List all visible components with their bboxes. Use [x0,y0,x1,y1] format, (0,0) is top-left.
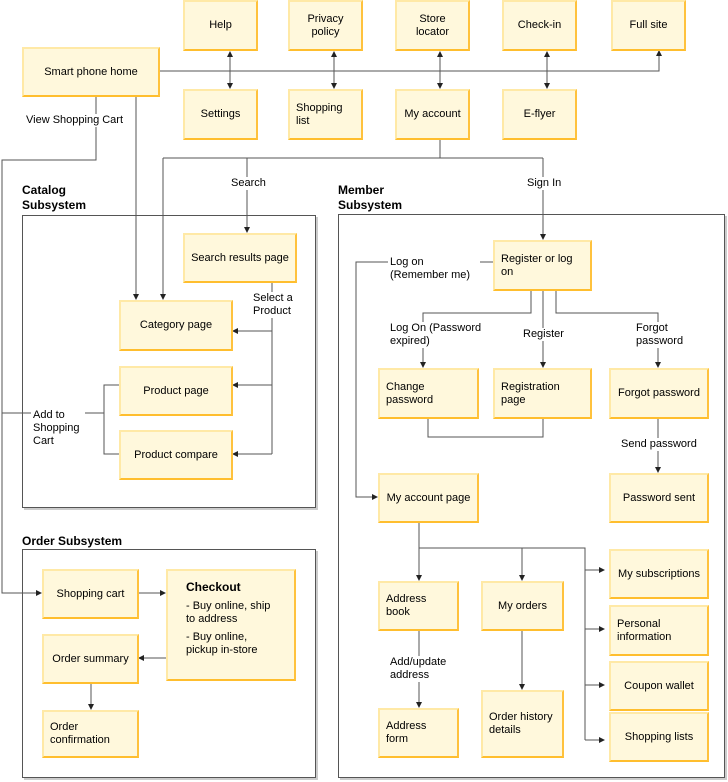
box-label: Change password [386,380,434,406]
box-regpage[interactable]: Registration page [493,368,592,419]
box-home[interactable]: Smart phone home [22,47,160,97]
label-sign-in: Sign In [525,177,564,190]
box-label: Product page [143,384,209,397]
box-personal[interactable]: Personal information [609,605,709,656]
box-shoplist[interactable]: Shopping list [288,89,363,140]
box-help[interactable]: Help [183,0,258,51]
label-register: Register [521,328,566,341]
box-history[interactable]: Order history details [481,690,564,758]
box-addrform[interactable]: Address form [378,708,459,758]
box-label: My account page [386,491,471,504]
box-changepw[interactable]: Change password [378,368,479,419]
box-lists[interactable]: Shopping lists [609,712,709,762]
box-label: My account [404,108,461,120]
box-coupon[interactable]: Coupon wallet [609,661,709,711]
edge-view-cart [1,96,97,596]
box-label: My orders [498,599,547,612]
checkout-title: Checkout [186,580,241,594]
box-label: Personal information [617,617,672,643]
box-label: Product compare [134,448,218,461]
box-label: Order history details [489,711,553,736]
box-subs[interactable]: My subscriptions [609,549,709,599]
box-store[interactable]: Store locator [395,0,470,51]
box-compare[interactable]: Product compare [119,430,233,480]
box-label: E-flyer [523,108,556,120]
box-label: Order confirmation [50,721,110,746]
box-acctpage[interactable]: My account page [378,473,479,523]
box-summary[interactable]: Order summary [42,634,139,684]
label-select-product: Select a Product [251,292,303,318]
box-label: Address book [386,593,427,618]
box-label: Check-in [517,19,562,31]
label-forgot: Forgot password [634,322,693,348]
box-register[interactable]: Register or log on [493,240,592,291]
box-fullsite[interactable]: Full site [611,0,686,51]
box-label: Store locator [415,12,450,38]
box-label: Password sent [622,491,696,504]
edge-pw-join [427,418,544,438]
box-label: Order summary [52,652,129,665]
box-label: Category page [139,319,213,331]
box-label: Smart phone home [44,65,138,78]
checkout-option-pickup: - Buy online, pickup in-store [186,631,258,656]
box-label: Address form [386,720,427,745]
box-pwsent[interactable]: Password sent [609,473,709,523]
box-label: My subscriptions [618,567,700,580]
box-label: Settings [200,108,241,120]
box-label: Privacy policy [307,12,344,38]
label-search: Search [229,177,268,190]
box-product[interactable]: Product page [119,366,233,416]
box-privacy[interactable]: Privacy policy [288,0,363,51]
box-forgotpw[interactable]: Forgot password [609,368,709,419]
edge-myaccount-split [163,139,543,159]
box-label: Shopping lists [624,730,694,743]
box-checkout[interactable]: Checkout - Buy online, ship to address -… [166,569,296,681]
label-log-on-expired: Log On (Password expired) [388,322,492,348]
box-category[interactable]: Category page [119,300,233,351]
box-confirm[interactable]: Order confirmation [42,710,139,758]
box-label: Full site [629,19,668,31]
box-label: Help [209,19,232,31]
box-checkin[interactable]: Check-in [502,0,577,51]
label-add-update: Add/update address [388,656,447,682]
label-add-to-cart: Add to Shopping Cart [31,409,85,448]
box-label: Coupon wallet [624,679,694,692]
site-map-diagram: Catalog Subsystem Order Subsystem Member… [0,0,728,782]
label-send-password: Send password [619,438,699,451]
box-myorders[interactable]: My orders [481,581,564,631]
box-myaccount[interactable]: My account [395,89,470,140]
checkout-option-ship: - Buy online, ship to address [186,600,271,625]
box-settings[interactable]: Settings [183,89,258,140]
label-log-on-remember: Log on (Remember me) [388,256,480,282]
box-label: Shopping cart [56,587,125,600]
box-label: Shopping list [296,101,343,127]
box-label: Registration page [501,380,560,406]
box-addrbook[interactable]: Address book [378,581,459,631]
label-view-cart: View Shopping Cart [24,114,126,127]
box-label: Register or log on [501,252,573,278]
edge-home-fullsite [159,50,662,72]
box-search[interactable]: Search results page [183,233,297,283]
box-label: Search results page [191,251,289,264]
box-eflyer[interactable]: E-flyer [502,89,577,140]
box-label: Forgot password [618,387,700,399]
box-cart[interactable]: Shopping cart [42,569,139,619]
